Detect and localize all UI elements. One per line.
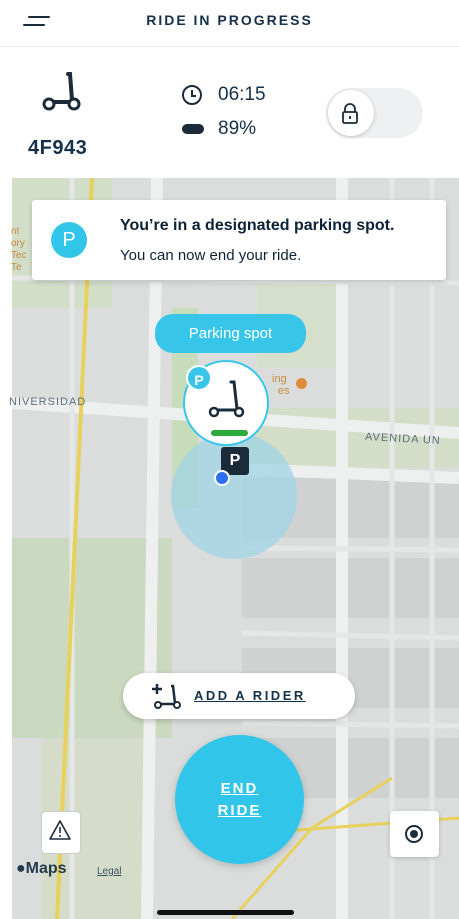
user-location-dot (214, 470, 230, 486)
maps-brand: Maps (25, 860, 67, 877)
map-edge-label-4: Te (11, 262, 22, 273)
map-edge-label-1: nt (11, 226, 20, 237)
apple-icon: ● (16, 860, 26, 877)
parking-badge: P (51, 222, 87, 258)
notice-subtitle: You can now end your ride. (120, 247, 302, 264)
lock-icon (342, 103, 358, 124)
poi-label-fragment: ing (272, 373, 287, 385)
scooter-icon (42, 72, 81, 111)
add-rider-icon (152, 684, 181, 709)
end-ride-label-line2: RIDE (217, 802, 262, 819)
maps-attribution: ●Maps (16, 860, 67, 878)
add-rider-label[interactable]: ADD A RIDER (194, 688, 306, 703)
scooter-icon (208, 380, 245, 418)
end-ride-label[interactable]: END RIDE (175, 778, 304, 822)
marker-parking-badge: P (186, 365, 212, 391)
legal-link[interactable]: Legal (97, 866, 121, 877)
street-label-universidad: NIVERSIDAD (9, 396, 87, 408)
location-target-icon (405, 825, 423, 843)
map-edge-label-3: Tec (11, 250, 27, 261)
poi-icon (296, 378, 307, 389)
battery-bar (211, 430, 248, 436)
poi-label-fragment-2: es (278, 385, 290, 397)
clock-icon (182, 85, 202, 105)
parking-notice-card (32, 200, 446, 280)
page-title: RIDE IN PROGRESS (146, 12, 313, 28)
map-edge-label-2: ory (11, 238, 25, 249)
end-ride-label-line1: END (220, 780, 259, 797)
vehicle-id: 4F943 (28, 137, 88, 159)
home-indicator[interactable] (157, 910, 294, 915)
parking-spot-label: Parking spot (155, 314, 306, 353)
notice-title: You’re in a designated parking spot. (120, 217, 395, 234)
battery-icon (182, 124, 204, 134)
ride-time: 06:15 (218, 84, 266, 105)
battery-level: 89% (218, 118, 257, 139)
warning-icon (49, 820, 71, 840)
